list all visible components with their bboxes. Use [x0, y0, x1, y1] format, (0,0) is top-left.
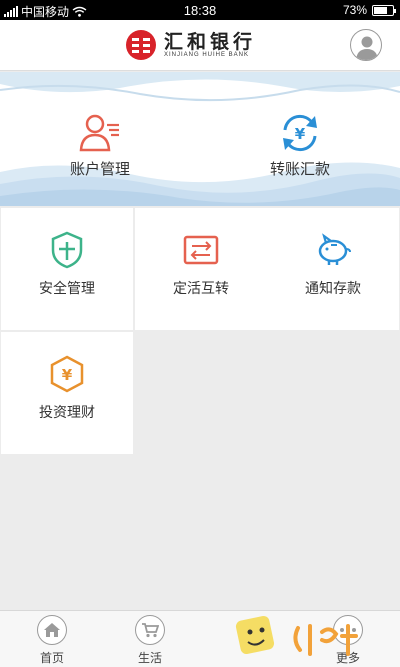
home-icon	[37, 615, 67, 645]
fixed-current-transfer-button[interactable]: 定活互转	[135, 208, 267, 330]
svg-text:¥: ¥	[62, 366, 73, 384]
investment-label: 投资理财	[39, 404, 95, 420]
fixed-current-transfer-label: 定活互转	[173, 280, 229, 296]
tab-more[interactable]: 更多	[318, 615, 378, 666]
tab-home[interactable]: 首页	[22, 615, 82, 666]
security-management-button[interactable]: 安全管理	[1, 208, 133, 330]
piggy-bank-icon	[267, 230, 399, 270]
user-profile-button[interactable]	[350, 29, 382, 61]
tab-more-label: 更多	[335, 651, 360, 665]
status-time: 18:38	[183, 3, 217, 18]
transfer-button[interactable]: ¥ 转账汇款	[240, 110, 360, 179]
bank-logo-text: 汇和银行 XINJIANG HUIHE BANK	[164, 32, 256, 58]
tab-life[interactable]: 生活	[120, 615, 180, 666]
svg-text:¥: ¥	[295, 125, 306, 143]
tab-life-label: 生活	[137, 651, 162, 665]
swap-icon	[135, 230, 267, 270]
bank-logo-icon	[126, 30, 156, 60]
bank-name-cn: 汇和银行	[164, 31, 257, 53]
battery-icon	[372, 4, 396, 16]
account-management-label: 账户管理	[69, 161, 130, 178]
user-icon	[356, 36, 378, 60]
transfer-icon: ¥	[240, 110, 360, 156]
security-management-label: 安全管理	[39, 280, 95, 296]
bottom-tab-bar: 首页 生活 更多	[0, 610, 400, 667]
transfer-label: 转账汇款	[269, 161, 330, 178]
bank-logo: 汇和银行 XINJIANG HUIHE BANK	[126, 30, 256, 60]
battery-fill	[374, 6, 388, 14]
notice-deposit-button[interactable]: 通知存款	[267, 208, 399, 330]
account-icon	[40, 110, 160, 156]
cart-icon	[135, 615, 165, 645]
app-header: 汇和银行 XINJIANG HUIHE BANK	[0, 20, 400, 71]
status-right: 73%	[342, 3, 396, 17]
status-bar: 中国移动 18:38 73%	[0, 0, 400, 20]
investment-button[interactable]: ¥ 投资理财	[1, 332, 133, 454]
account-management-button[interactable]: 账户管理	[40, 110, 160, 179]
battery-percent: 73%	[342, 3, 367, 17]
shield-icon	[1, 230, 133, 270]
bank-name-en: XINJIANG HUIHE BANK	[164, 52, 250, 58]
investment-icon: ¥	[1, 354, 133, 394]
banner: 账户管理 ¥ 转账汇款	[0, 72, 400, 206]
notice-deposit-label: 通知存款	[305, 280, 361, 296]
more-icon	[333, 615, 363, 645]
tab-home-label: 首页	[39, 651, 64, 665]
